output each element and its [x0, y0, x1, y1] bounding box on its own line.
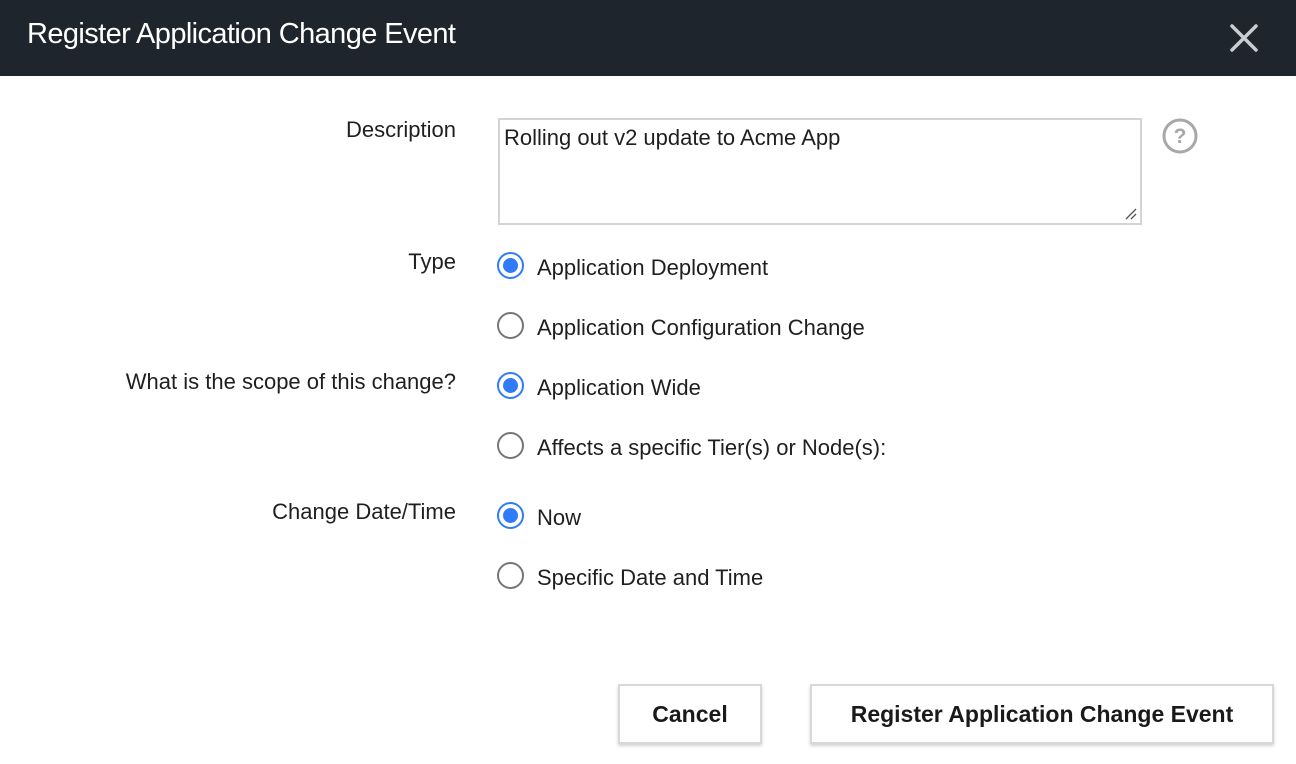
cancel-button[interactable]: Cancel — [618, 684, 762, 744]
help-icon[interactable]: ? — [1161, 117, 1199, 155]
radio-label: Now — [537, 505, 582, 530]
radio-button[interactable] — [497, 252, 524, 279]
dialog-title: Register Application Change Event — [27, 18, 456, 50]
description-value: Rolling out v2 update to Acme App — [504, 125, 841, 150]
resize-grip-icon[interactable] — [1123, 206, 1137, 220]
description-textarea[interactable]: Rolling out v2 update to Acme App — [498, 118, 1142, 225]
type-label: Type — [408, 249, 456, 274]
radio-button[interactable] — [497, 312, 524, 339]
radio-label: Application Wide — [537, 375, 701, 400]
radio-label: Application Deployment — [537, 255, 769, 280]
dialog-header: Register Application Change Event — [0, 0, 1296, 76]
radio-label: Application Configuration Change — [537, 315, 865, 340]
svg-text:?: ? — [1174, 125, 1187, 148]
description-label: Description — [345, 117, 456, 142]
radio-label: Specific Date and Time — [537, 565, 764, 590]
close-icon — [1230, 24, 1258, 52]
radio-button[interactable] — [497, 372, 524, 399]
close-button[interactable] — [1224, 18, 1264, 58]
radio-label: Affects a specific Tier(s) or Node(s): — [537, 435, 887, 460]
radio-button[interactable] — [497, 562, 524, 589]
register-button[interactable]: Register Application Change Event — [810, 684, 1274, 744]
radio-button[interactable] — [497, 502, 524, 529]
radio-button[interactable] — [497, 432, 524, 459]
datetime-label: Change Date/Time — [272, 499, 456, 524]
scope-label: What is the scope of this change? — [125, 369, 456, 394]
